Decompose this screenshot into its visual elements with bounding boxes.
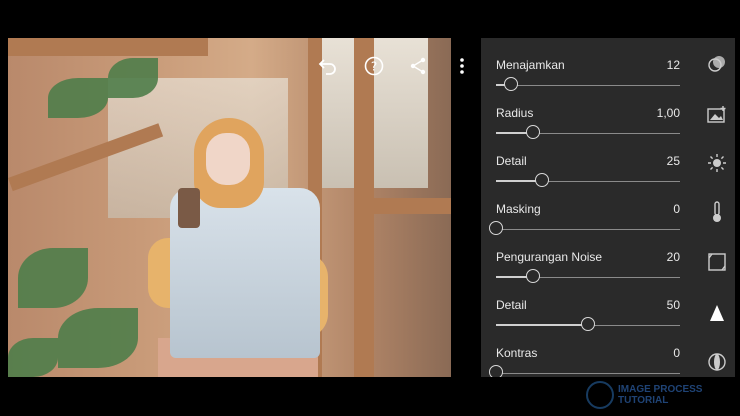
slider-thumb[interactable] [526, 125, 540, 139]
slider-value: 12 [666, 58, 680, 72]
slider-label: Detail [496, 298, 527, 312]
detail-panel: Menajamkan 12 Radius 1,00 Detail 25 Masking 0 Pe… [481, 38, 735, 377]
slider-thumb[interactable] [535, 173, 549, 187]
slider-label: Masking [496, 202, 541, 216]
slider-value: 20 [666, 250, 680, 264]
slider-value: 0 [673, 202, 680, 216]
slider-thumb[interactable] [526, 269, 540, 283]
slider-track[interactable] [496, 229, 680, 230]
slider-label: Radius [496, 106, 534, 120]
tool-rail [701, 38, 735, 377]
slider-thumb[interactable] [581, 317, 595, 331]
svg-text:?: ? [371, 60, 377, 74]
slider-track[interactable] [496, 373, 680, 374]
wood-beam [354, 198, 451, 214]
watermark-line1: IMAGE PROCESS [618, 384, 703, 395]
drink-cup [178, 188, 200, 228]
slider-track[interactable] [496, 85, 680, 86]
image-edit-icon[interactable] [706, 104, 728, 126]
slider-label: Menajamkan [496, 58, 565, 72]
slider-value: 1,00 [656, 106, 680, 120]
wood-beam [8, 38, 208, 56]
more-icon[interactable] [450, 54, 474, 78]
slider-label: Kontras [496, 346, 538, 360]
slider-thumb[interactable] [489, 365, 503, 377]
detail-icon[interactable] [706, 302, 728, 324]
face [206, 133, 250, 185]
plant-leaf [8, 338, 58, 377]
plant-leaf [48, 78, 108, 118]
slider-value: 50 [666, 298, 680, 312]
slider-value: 0 [673, 346, 680, 360]
slider-label: Detail [496, 154, 527, 168]
undo-icon[interactable] [316, 54, 340, 78]
slider-label: Pengurangan Noise [496, 250, 603, 264]
presets-icon[interactable] [706, 53, 728, 75]
optics-icon[interactable] [706, 351, 728, 373]
plant-leaf [58, 308, 138, 368]
plant-leaf [18, 248, 88, 308]
share-icon[interactable] [406, 54, 430, 78]
watermark-line2: TUTORIAL [618, 395, 669, 406]
slider-thumb[interactable] [504, 77, 518, 91]
slider-value: 25 [666, 154, 680, 168]
color-icon[interactable] [706, 201, 728, 223]
crop-icon[interactable] [706, 251, 728, 273]
photo-preview[interactable] [8, 38, 451, 377]
watermark-logo: IMAGE PROCESS TUTORIAL [586, 378, 736, 412]
slider-thumb[interactable] [489, 221, 503, 235]
slider-fill [496, 324, 588, 326]
help-icon[interactable]: ? [362, 54, 386, 78]
watermark-icon [586, 381, 614, 409]
light-icon[interactable] [706, 152, 728, 174]
plant-leaf [108, 58, 158, 98]
